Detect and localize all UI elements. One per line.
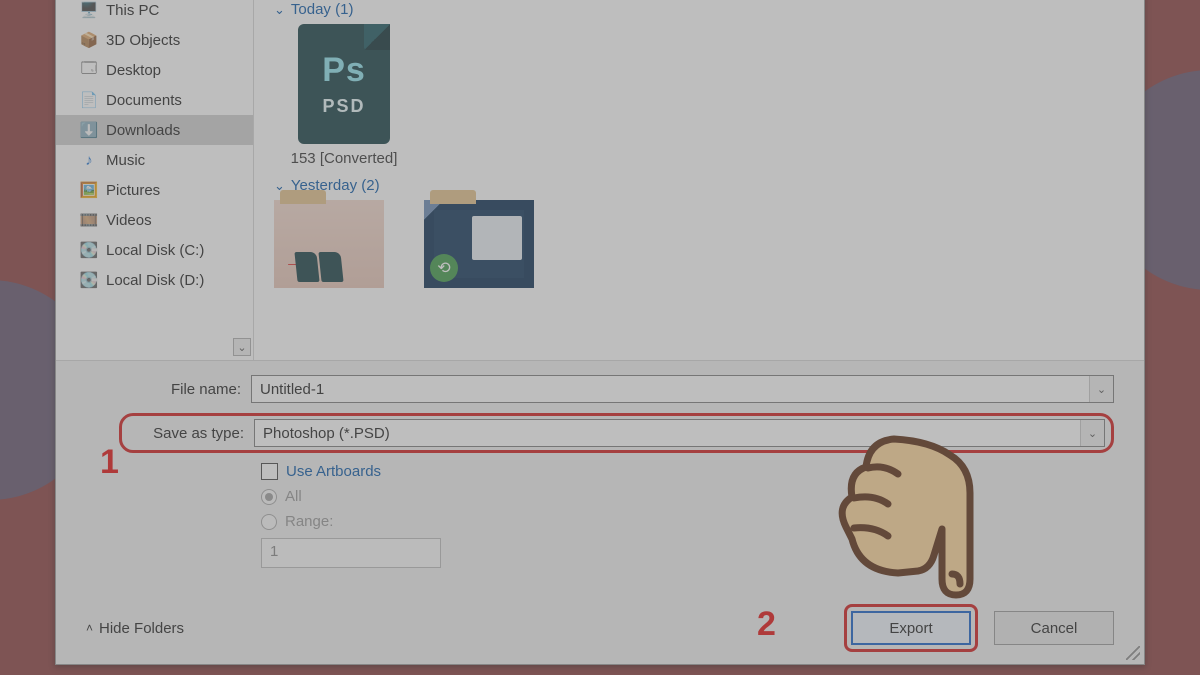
sidebar-scroll-down[interactable]: ⌄ [233,338,251,356]
sidebar-item-label: Music [106,152,145,169]
resize-grip-icon[interactable] [1126,646,1140,660]
sidebar-item-label: Desktop [106,62,161,79]
folder-tree-sidebar[interactable]: 🖥️ This PC 📦 3D Objects 🗔 Desktop 📄 Docu… [56,0,254,360]
all-label: All [285,488,302,505]
annotation-step-1: 1 [100,443,119,482]
disk-icon: 💽 [80,271,98,289]
folder-item[interactable]: ⟲ [424,200,534,288]
use-artboards-label: Use Artboards [286,463,381,480]
save-as-type-label: Save as type: [122,425,254,442]
folder-item[interactable]: → [274,200,384,288]
music-icon: ♪ [80,151,98,169]
group-header-today[interactable]: ⌄ Today (1) [274,1,1130,18]
sidebar-item-3d-objects[interactable]: 📦 3D Objects [56,25,253,55]
videos-icon: 🎞️ [80,211,98,229]
export-button[interactable]: Export [851,611,971,645]
sidebar-item-pictures[interactable]: 🖼️ Pictures [56,175,253,205]
save-as-type-dropdown[interactable]: Photoshop (*.PSD) ⌄ [254,419,1105,447]
group-header-yesterday[interactable]: ⌄ Yesterday (2) [274,177,1130,194]
radio-icon [261,514,277,530]
pictures-icon: 🖼️ [80,181,98,199]
range-label: Range: [285,513,333,530]
sidebar-item-label: 3D Objects [106,32,180,49]
chevron-up-icon: ˄ [86,621,93,635]
sidebar-item-music[interactable]: ♪ Music [56,145,253,175]
sidebar-item-label: Downloads [106,122,180,139]
chevron-down-icon: ⌄ [274,2,285,18]
sidebar-item-local-disk-c[interactable]: 💽 Local Disk (C:) [56,235,253,265]
filename-label: File name: [86,381,251,398]
annotation-highlight-export: Export [844,604,978,652]
sidebar-item-local-disk-d[interactable]: 💽 Local Disk (D:) [56,265,253,295]
annotation-step-2: 2 [757,605,776,644]
artboards-range-radio: Range: [261,513,1114,530]
group-label: Today (1) [291,1,354,18]
sidebar-item-documents[interactable]: 📄 Documents [56,85,253,115]
computer-icon: 🖥️ [80,1,98,19]
sidebar-item-label: This PC [106,2,159,19]
cancel-button[interactable]: Cancel [994,611,1114,645]
checkbox-icon [261,463,278,480]
sidebar-item-label: Pictures [106,182,160,199]
hide-folders-toggle[interactable]: ˄ Hide Folders [86,620,184,637]
file-item-psd[interactable]: Ps PSD 153 [Converted] [274,24,414,167]
sidebar-item-label: Videos [106,212,152,229]
sidebar-item-label: Documents [106,92,182,109]
filename-value: Untitled-1 [260,381,324,398]
sidebar-item-videos[interactable]: 🎞️ Videos [56,205,253,235]
sidebar-item-label: Local Disk (C:) [106,242,204,259]
dropdown-arrow-icon[interactable]: ⌄ [1089,376,1113,402]
file-list-area[interactable]: ⌄ Today (1) Ps PSD 153 [Converted] ⌄ Yes… [254,0,1144,360]
documents-icon: 📄 [80,91,98,109]
desktop-icon: 🗔 [80,61,98,79]
save-options-panel: File name: Untitled-1 ⌄ 1 Save as type: … [56,360,1144,664]
download-icon: ⬇️ [80,121,98,139]
radio-icon [261,489,277,505]
hide-folders-label: Hide Folders [99,620,184,637]
range-input: 1 [261,538,441,568]
filename-input[interactable]: Untitled-1 ⌄ [251,375,1114,403]
sidebar-item-label: Local Disk (D:) [106,272,204,289]
disk-icon: 💽 [80,241,98,259]
use-artboards-checkbox[interactable]: Use Artboards [261,463,1114,480]
sidebar-item-desktop[interactable]: 🗔 Desktop [56,55,253,85]
dropdown-arrow-icon[interactable]: ⌄ [1080,420,1104,446]
refresh-badge-icon: ⟲ [430,254,458,282]
psd-thumbnail-icon: Ps PSD [298,24,390,144]
sidebar-item-downloads[interactable]: ⬇️ Downloads [56,115,253,145]
save-as-dialog: 🖥️ This PC 📦 3D Objects 🗔 Desktop 📄 Docu… [55,0,1145,665]
sidebar-item-this-pc[interactable]: 🖥️ This PC [56,0,253,25]
3d-icon: 📦 [80,31,98,49]
file-item-label: 153 [Converted] [291,150,398,167]
artboards-all-radio: All [261,488,1114,505]
save-as-type-value: Photoshop (*.PSD) [263,425,390,442]
